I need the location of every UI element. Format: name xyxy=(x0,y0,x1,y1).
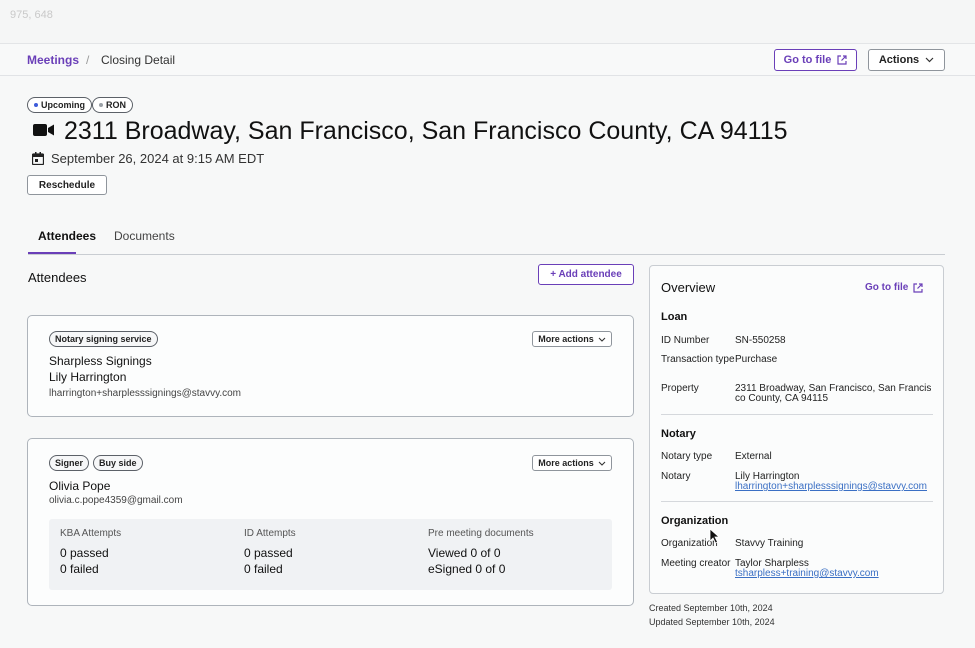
loan-id-label: ID Number xyxy=(661,335,710,346)
chevron-down-icon xyxy=(598,461,606,466)
tab-attendees[interactable]: Attendees xyxy=(38,229,96,243)
kba-attempts-heading: KBA Attempts xyxy=(60,528,122,539)
docs-esigned: eSigned 0 of 0 xyxy=(428,562,506,576)
notary-type-value: External xyxy=(735,451,772,462)
badge-label: Upcoming xyxy=(41,100,85,110)
attendee-name: Olivia Pope xyxy=(49,479,111,493)
notary-type-label: Notary type xyxy=(661,451,713,462)
external-link-icon xyxy=(913,282,923,293)
tabs-divider xyxy=(28,254,945,255)
go-to-file-label: Go to file xyxy=(865,282,909,293)
pre-meeting-docs-heading: Pre meeting documents xyxy=(428,528,534,539)
breadcrumb-meetings-link[interactable]: Meetings xyxy=(27,53,79,67)
organization-value: Stavvy Training xyxy=(735,538,804,549)
kba-passed: 0 passed xyxy=(60,546,109,560)
mouse-pointer-icon xyxy=(709,528,720,544)
notary-email-link[interactable]: lharrington+sharplesssignings@stavvy.com xyxy=(735,482,935,492)
attendee-card-notary-service: Notary signing service More actions Shar… xyxy=(27,315,634,417)
meeting-creator-label: Meeting creator xyxy=(661,558,731,569)
video-camera-icon xyxy=(33,124,54,136)
id-failed: 0 failed xyxy=(244,562,283,576)
notary-heading: Notary xyxy=(661,428,696,440)
page-title: 2311 Broadway, San Francisco, San Franci… xyxy=(64,117,788,145)
top-strip: 975, 648 xyxy=(0,0,975,44)
chevron-down-icon xyxy=(598,337,606,342)
loan-id-value: SN-550258 xyxy=(735,335,786,346)
actions-label: Actions xyxy=(878,54,920,66)
updated-date: Updated September 10th, 2024 xyxy=(649,617,775,627)
status-badge-ron: RON xyxy=(92,97,133,113)
overview-panel: Overview Go to file Loan ID Number SN-55… xyxy=(649,265,944,594)
header-go-to-file-button[interactable]: Go to file xyxy=(774,49,857,71)
meeting-date: September 26, 2024 at 9:15 AM EDT xyxy=(51,151,265,166)
transaction-type-label: Transaction type xyxy=(661,354,735,365)
add-attendee-label: + Add attendee xyxy=(550,269,622,280)
badge-label: RON xyxy=(106,100,126,110)
add-attendee-button[interactable]: + Add attendee xyxy=(538,264,634,285)
tag-buy-side: Buy side xyxy=(93,455,143,471)
chevron-down-icon xyxy=(925,57,934,63)
reschedule-button[interactable]: Reschedule xyxy=(27,175,107,195)
id-attempts-heading: ID Attempts xyxy=(244,528,296,539)
more-actions-label: More actions xyxy=(538,458,594,468)
tag-signer: Signer xyxy=(49,455,90,471)
tag-notary-signing-service: Notary signing service xyxy=(49,331,158,347)
more-actions-label: More actions xyxy=(538,334,594,344)
docs-viewed: Viewed 0 of 0 xyxy=(428,546,501,560)
section-divider xyxy=(661,501,933,502)
transaction-type-value: Purchase xyxy=(735,354,778,365)
attendee-email: lharrington+sharplesssignings@stavvy.com xyxy=(49,388,241,399)
id-passed: 0 passed xyxy=(244,546,293,560)
organization-label: Organization xyxy=(661,538,718,549)
property-value: 2311 Broadway, San Francisco, San Franci… xyxy=(735,383,932,404)
notary-label: Notary xyxy=(661,471,691,482)
status-dot-icon xyxy=(34,103,38,107)
external-link-icon xyxy=(837,55,847,65)
more-actions-button[interactable]: More actions xyxy=(532,455,612,471)
meeting-creator-email-link[interactable]: tsharpless+training@stavvy.com xyxy=(735,569,935,579)
breadcrumb-separator: / xyxy=(86,53,90,67)
go-to-file-label: Go to file xyxy=(783,54,832,66)
status-badge-upcoming: Upcoming xyxy=(27,97,92,113)
tab-documents[interactable]: Documents xyxy=(114,229,175,243)
loan-heading: Loan xyxy=(661,311,688,323)
breadcrumb-current: Closing Detail xyxy=(101,53,176,67)
attendee-name: Lily Harrington xyxy=(49,370,127,384)
attendee-email: olivia.c.pope4359@gmail.com xyxy=(49,495,183,506)
kba-failed: 0 failed xyxy=(60,562,99,576)
attendee-company: Sharpless Signings xyxy=(49,354,152,368)
attendee-stats-panel: KBA Attempts 0 passed 0 failed ID Attemp… xyxy=(49,519,612,590)
attendees-heading: Attendees xyxy=(28,270,87,285)
coordinate-readout: 975, 648 xyxy=(10,9,53,21)
property-label: Property xyxy=(661,383,699,394)
more-actions-button[interactable]: More actions xyxy=(532,331,612,347)
overview-go-to-file-link[interactable]: Go to file xyxy=(865,282,923,293)
overview-title: Overview xyxy=(661,280,716,295)
status-dot-icon xyxy=(99,103,103,107)
attendee-card-signer: Signer Buy side More actions Olivia Pope… xyxy=(27,438,634,606)
organization-heading: Organization xyxy=(661,515,729,527)
reschedule-label: Reschedule xyxy=(38,179,96,191)
created-date: Created September 10th, 2024 xyxy=(649,603,773,613)
actions-dropdown-button[interactable]: Actions xyxy=(868,49,945,71)
calendar-icon xyxy=(32,152,44,165)
section-divider xyxy=(661,414,933,415)
